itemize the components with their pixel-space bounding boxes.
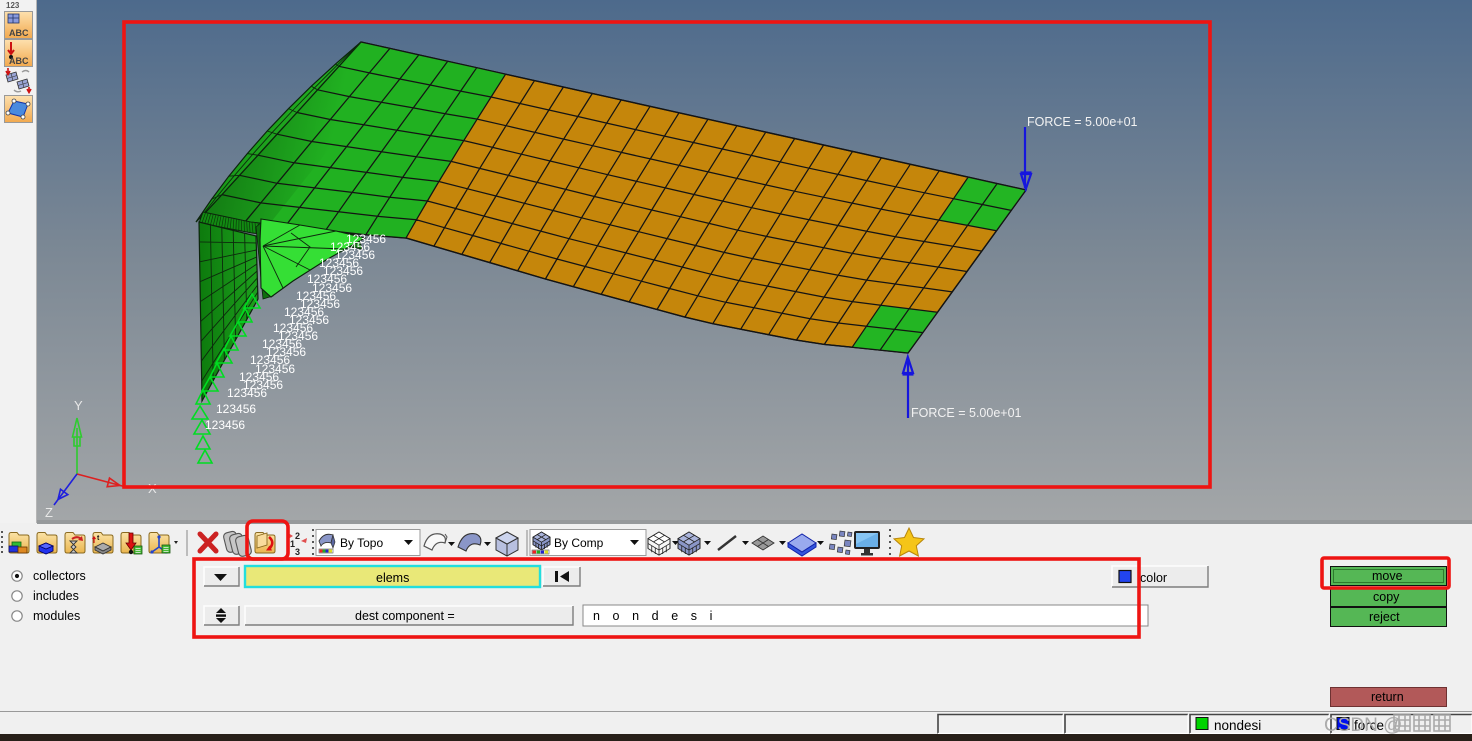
svg-text:reject: reject	[1369, 610, 1400, 624]
svg-text:includes: includes	[33, 589, 79, 603]
svg-text:copy: copy	[1373, 590, 1400, 604]
svg-text:123456: 123456	[278, 329, 318, 343]
svg-text:FORCE = 5.00e+01: FORCE = 5.00e+01	[1027, 115, 1138, 129]
svg-text:123456: 123456	[346, 232, 386, 246]
svg-text:123456: 123456	[312, 281, 352, 295]
svg-text:123456: 123456	[255, 362, 295, 376]
svg-text:ABC: ABC	[9, 56, 29, 66]
svg-text:Z: Z	[45, 505, 53, 520]
svg-text:elems: elems	[376, 571, 409, 585]
svg-text:nondesi: nondesi	[593, 609, 725, 623]
svg-text:move: move	[1372, 569, 1403, 583]
svg-text:123456: 123456	[205, 418, 245, 432]
svg-text:collectors: collectors	[33, 569, 86, 583]
svg-text:return: return	[1371, 690, 1404, 704]
svg-text:modules: modules	[33, 609, 80, 623]
svg-text:dest component =: dest component =	[355, 609, 455, 623]
svg-text:color: color	[1140, 571, 1167, 585]
svg-text:FORCE = 5.00e+01: FORCE = 5.00e+01	[911, 406, 1022, 420]
svg-text:ABC: ABC	[9, 28, 29, 38]
svg-text:123456: 123456	[300, 297, 340, 311]
svg-text:123456: 123456	[243, 378, 283, 392]
svg-text:123: 123	[6, 1, 20, 10]
svg-text:123456: 123456	[323, 264, 363, 278]
svg-text:123456: 123456	[266, 345, 306, 359]
svg-text:123456: 123456	[216, 402, 256, 416]
svg-text:By Topo: By Topo	[340, 536, 383, 550]
svg-text:123456: 123456	[289, 313, 329, 327]
svg-text:123456: 123456	[335, 248, 375, 262]
svg-text:nondesi: nondesi	[1214, 718, 1261, 733]
svg-text:By Comp: By Comp	[554, 536, 604, 550]
svg-text:CSDN @: CSDN @	[1324, 715, 1402, 736]
svg-text:3: 3	[295, 547, 300, 557]
svg-text:Y: Y	[74, 398, 83, 413]
svg-text:2: 2	[295, 531, 300, 541]
